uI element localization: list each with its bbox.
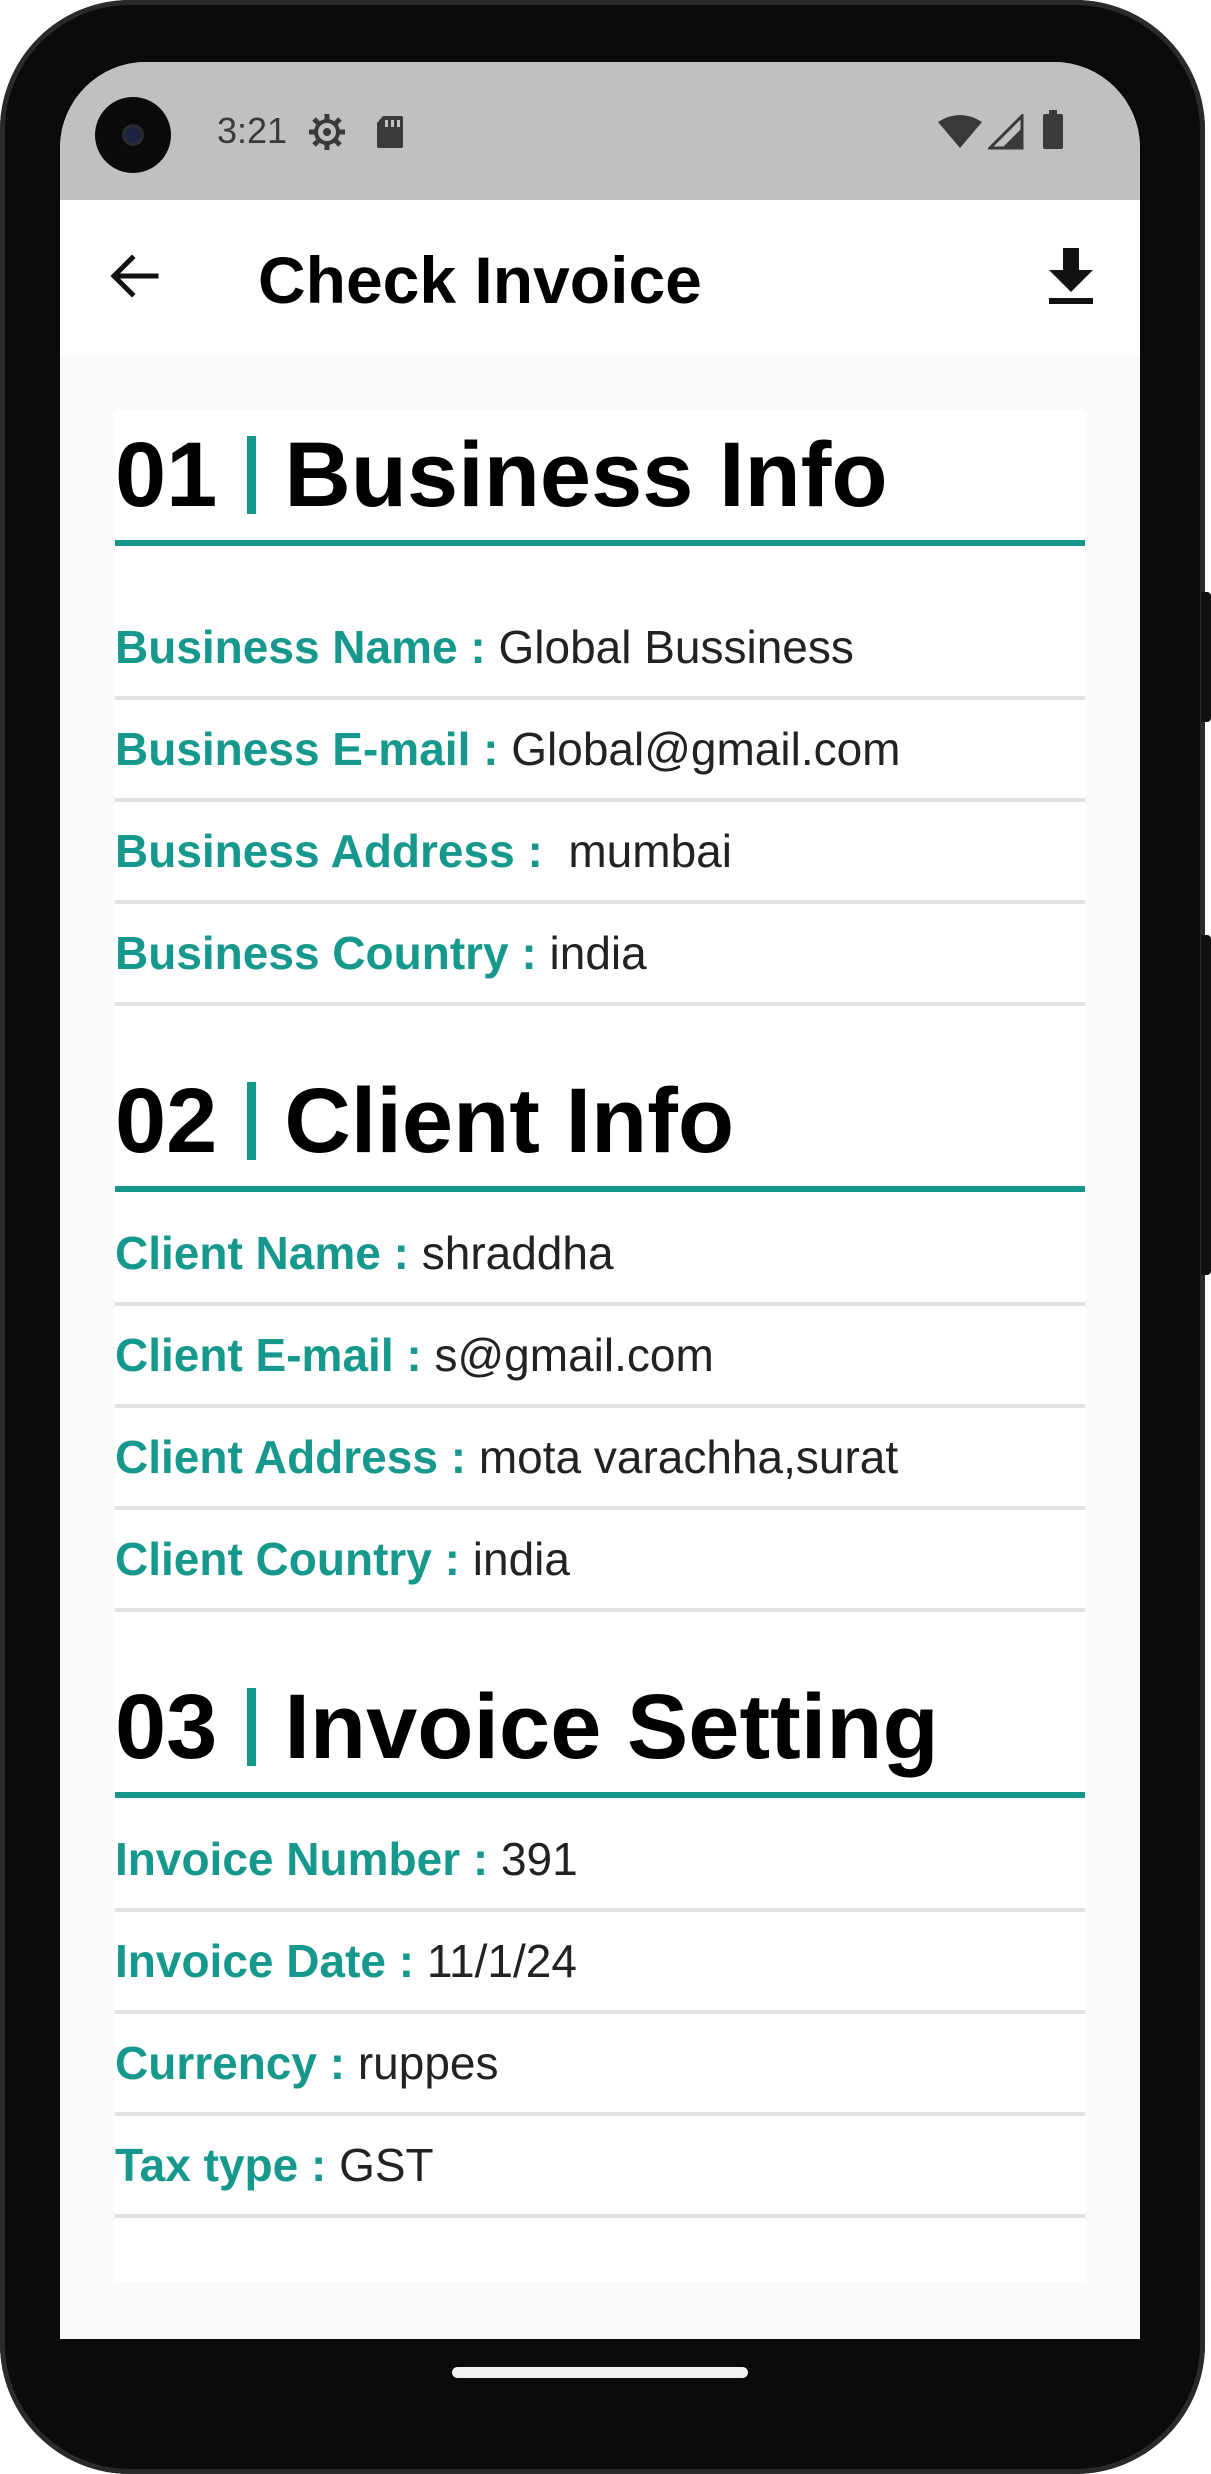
field-label: Client Country : — [115, 1533, 473, 1585]
field-label: Currency : — [115, 2037, 358, 2089]
field-label: Business E-mail : — [115, 723, 512, 775]
front-camera — [95, 97, 171, 173]
download-icon[interactable] — [1045, 248, 1097, 306]
field-value: Global Bussiness — [498, 621, 854, 673]
info-row: Client Name : shraddha — [115, 1204, 1085, 1306]
field-label: Client E-mail : — [115, 1329, 435, 1381]
info-row: Business Address : mumbai — [115, 802, 1085, 904]
section-header: 02 Client Info — [115, 1056, 1085, 1192]
field-value: GST — [339, 2139, 434, 2191]
field-label: Business Country : — [115, 927, 550, 979]
section-title: Client Info — [284, 1070, 735, 1172]
section-number: 02 — [115, 1070, 218, 1172]
section-number: 03 — [115, 1676, 218, 1778]
battery-icon — [1042, 110, 1064, 155]
section-number: 01 — [115, 424, 218, 526]
field-value: 391 — [500, 1833, 578, 1885]
settings-icon — [307, 112, 347, 157]
section-divider — [247, 1688, 257, 1766]
info-row: Invoice Number : 391 — [115, 1810, 1085, 1912]
field-label: Invoice Date : — [115, 1935, 427, 1987]
invoice-setting-section: 03 Invoice Setting Invoice Number : 391 … — [115, 1662, 1085, 2218]
field-value: shraddha — [421, 1227, 614, 1279]
info-row: Business Country : india — [115, 904, 1085, 1006]
field-value: india — [549, 927, 647, 979]
arrow-back-icon[interactable] — [108, 250, 160, 302]
info-row: Client Country : india — [115, 1510, 1085, 1612]
home-indicator[interactable] — [452, 2367, 748, 2378]
page-title: Check Invoice — [258, 243, 702, 317]
field-label: Tax type : — [115, 2139, 340, 2191]
field-value: mota varachha,surat — [478, 1431, 899, 1483]
info-row: Client E-mail : s@gmail.com — [115, 1306, 1085, 1408]
info-row: Client Address : mota varachha,surat — [115, 1408, 1085, 1510]
section-title: Business Info — [284, 424, 888, 526]
info-row: Invoice Date : 11/1/24 — [115, 1912, 1085, 2014]
cellular-signal-icon — [986, 112, 1024, 155]
wifi-icon — [938, 114, 982, 155]
client-info-section: 02 Client Info Client Name : shraddha Cl… — [115, 1056, 1085, 1612]
invoice-content[interactable]: 01 Business Info Business Name : Global … — [115, 410, 1085, 2282]
business-info-section: 01 Business Info Business Name : Global … — [115, 410, 1085, 1006]
status-time: 3:21 — [217, 110, 288, 151]
field-value: Global@gmail.com — [511, 723, 901, 775]
field-value: s@gmail.com — [434, 1329, 714, 1381]
section-header: 01 Business Info — [115, 410, 1085, 546]
power-button — [1201, 592, 1211, 722]
info-row: Business Name : Global Bussiness — [115, 598, 1085, 700]
section-title: Invoice Setting — [284, 1676, 939, 1778]
info-row: Currency : ruppes — [115, 2014, 1085, 2116]
sd-card-icon — [375, 114, 405, 155]
field-label: Invoice Number : — [115, 1833, 501, 1885]
info-row: Tax type : GST — [115, 2116, 1085, 2218]
info-row: Business E-mail : Global@gmail.com — [115, 700, 1085, 802]
field-value: mumbai — [555, 825, 732, 877]
field-value: ruppes — [357, 2037, 499, 2089]
phone-frame: 3:21 Check Invoice 01 Business Info Busi… — [0, 0, 1211, 2474]
field-value: india — [472, 1533, 570, 1585]
screen: 3:21 Check Invoice 01 Business Info Busi… — [60, 62, 1140, 2339]
field-label: Business Address : — [115, 825, 556, 877]
section-divider — [247, 436, 257, 514]
field-value: 11/1/24 — [426, 1935, 577, 1987]
status-bar: 3:21 — [60, 62, 1140, 200]
section-divider — [247, 1082, 257, 1160]
field-label: Client Name : — [115, 1227, 422, 1279]
section-header: 03 Invoice Setting — [115, 1662, 1085, 1798]
field-label: Client Address : — [115, 1431, 479, 1483]
field-label: Business Name : — [115, 621, 499, 673]
volume-button — [1201, 935, 1211, 1275]
app-bar: Check Invoice — [60, 200, 1140, 355]
